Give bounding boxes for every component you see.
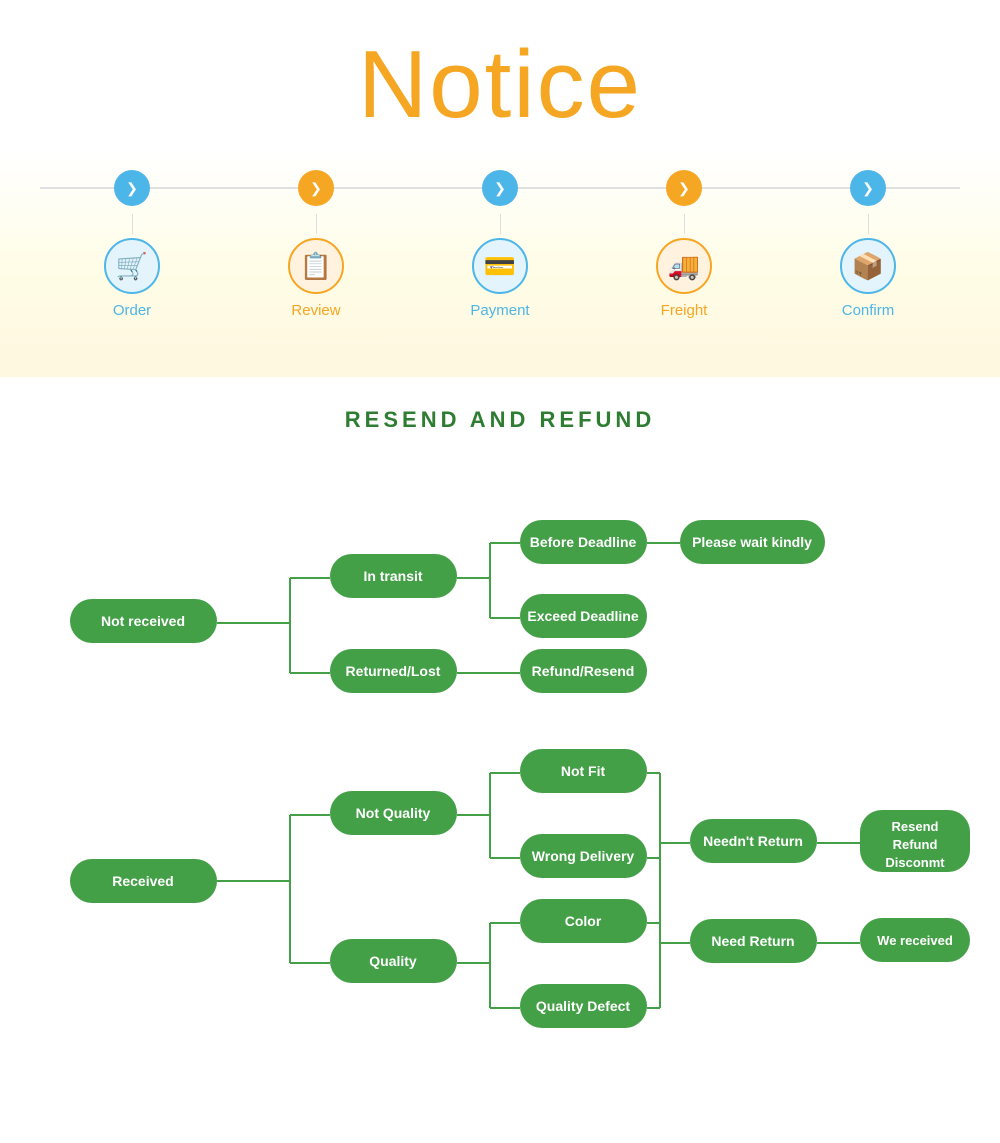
timeline-icons: 🛒 Order 📋 Review 💳 Payment 🚚 Freight 📦 C… bbox=[0, 214, 1000, 319]
flowchart-svg: Not received In transit Before Deadline … bbox=[20, 463, 980, 1103]
node-need-return: Need Return bbox=[711, 933, 794, 949]
node-not-received: Not received bbox=[101, 613, 185, 629]
node-color: Color bbox=[565, 913, 602, 929]
timeline-step-1 bbox=[40, 170, 224, 206]
timeline-step-2 bbox=[224, 170, 408, 206]
node-neednt-return: Needn't Return bbox=[703, 833, 803, 849]
timeline-item-confirm: 📦 Confirm bbox=[776, 214, 960, 319]
node-in-transit: In transit bbox=[363, 568, 422, 584]
timeline-dot-1 bbox=[114, 170, 150, 206]
order-icon: 🛒 bbox=[104, 238, 160, 294]
node-not-quality: Not Quality bbox=[356, 805, 431, 821]
review-label: Review bbox=[291, 302, 340, 319]
node-quality-defect: Quality Defect bbox=[536, 998, 630, 1014]
page-title: Notice bbox=[0, 0, 1000, 150]
timeline-item-order: 🛒 Order bbox=[40, 214, 224, 319]
timeline-dot-3 bbox=[482, 170, 518, 206]
section-title: RESEND AND REFUND bbox=[0, 407, 1000, 433]
order-label: Order bbox=[113, 302, 151, 319]
flowchart: Not received In transit Before Deadline … bbox=[0, 453, 1000, 1143]
node-exceed-deadline: Exceed Deadline bbox=[527, 608, 638, 624]
timeline-item-freight: 🚚 Freight bbox=[592, 214, 776, 319]
timeline-dot-4 bbox=[666, 170, 702, 206]
node-resend-refund-disconmt-1: Resend bbox=[892, 819, 939, 834]
section-arrow bbox=[472, 349, 528, 377]
node-not-fit: Not Fit bbox=[561, 763, 606, 779]
timeline-step-4 bbox=[592, 170, 776, 206]
freight-icon: 🚚 bbox=[656, 238, 712, 294]
payment-label: Payment bbox=[470, 302, 529, 319]
timeline-step-5 bbox=[776, 170, 960, 206]
node-resend-refund-disconmt-2: Refund bbox=[893, 837, 938, 852]
payment-icon: 💳 bbox=[472, 238, 528, 294]
node-resend-refund-disconmt-3: Disconmt bbox=[885, 855, 945, 870]
timeline-step-3 bbox=[408, 170, 592, 206]
node-received: Received bbox=[112, 873, 173, 889]
timeline-item-review: 📋 Review bbox=[224, 214, 408, 319]
timeline-track bbox=[0, 170, 1000, 206]
timeline-dot-5 bbox=[850, 170, 886, 206]
timeline-section: 🛒 Order 📋 Review 💳 Payment 🚚 Freight 📦 C… bbox=[0, 150, 1000, 349]
confirm-icon: 📦 bbox=[840, 238, 896, 294]
node-refund-resend: Refund/Resend bbox=[532, 663, 635, 679]
node-returned-lost: Returned/Lost bbox=[346, 663, 441, 679]
freight-label: Freight bbox=[661, 302, 708, 319]
node-quality: Quality bbox=[369, 953, 417, 969]
confirm-label: Confirm bbox=[842, 302, 895, 319]
timeline-item-payment: 💳 Payment bbox=[408, 214, 592, 319]
node-please-wait: Please wait kindly bbox=[692, 534, 812, 550]
node-wrong-delivery: Wrong Delivery bbox=[532, 848, 635, 864]
node-before-deadline: Before Deadline bbox=[530, 534, 637, 550]
review-icon: 📋 bbox=[288, 238, 344, 294]
timeline-dot-2 bbox=[298, 170, 334, 206]
node-we-received: We received bbox=[877, 933, 953, 948]
